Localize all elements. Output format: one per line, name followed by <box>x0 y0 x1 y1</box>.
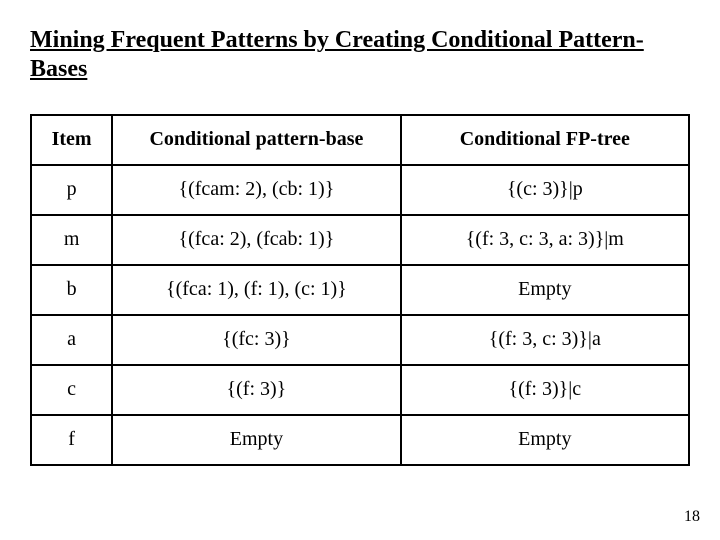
cell-item: p <box>31 165 112 215</box>
cell-cpb: {(fc: 3)} <box>112 315 400 365</box>
cell-item: a <box>31 315 112 365</box>
cell-cpb: {(f: 3)} <box>112 365 400 415</box>
cell-fpt: {(f: 3, c: 3, a: 3)}|m <box>401 215 689 265</box>
fp-table: Item Conditional pattern-base Conditiona… <box>30 114 690 466</box>
page-number: 18 <box>684 508 700 526</box>
header-item: Item <box>31 115 112 165</box>
header-cpb: Conditional pattern-base <box>112 115 400 165</box>
cell-item: b <box>31 265 112 315</box>
table-row: f Empty Empty <box>31 415 689 465</box>
cell-item: m <box>31 215 112 265</box>
cell-cpb: Empty <box>112 415 400 465</box>
cell-fpt: {(c: 3)}|p <box>401 165 689 215</box>
cell-fpt: Empty <box>401 265 689 315</box>
cell-item: c <box>31 365 112 415</box>
table-row: p {(fcam: 2), (cb: 1)} {(c: 3)}|p <box>31 165 689 215</box>
cell-fpt: {(f: 3)}|c <box>401 365 689 415</box>
cell-item: f <box>31 415 112 465</box>
table-header-row: Item Conditional pattern-base Conditiona… <box>31 115 689 165</box>
table-row: a {(fc: 3)} {(f: 3, c: 3)}|a <box>31 315 689 365</box>
cell-fpt: Empty <box>401 415 689 465</box>
table-row: b {(fca: 1), (f: 1), (c: 1)} Empty <box>31 265 689 315</box>
table-row: m {(fca: 2), (fcab: 1)} {(f: 3, c: 3, a:… <box>31 215 689 265</box>
cell-cpb: {(fca: 2), (fcab: 1)} <box>112 215 400 265</box>
slide-title: Mining Frequent Patterns by Creating Con… <box>30 26 690 84</box>
table-row: c {(f: 3)} {(f: 3)}|c <box>31 365 689 415</box>
slide: Mining Frequent Patterns by Creating Con… <box>0 0 720 540</box>
header-fpt: Conditional FP-tree <box>401 115 689 165</box>
cell-cpb: {(fca: 1), (f: 1), (c: 1)} <box>112 265 400 315</box>
cell-cpb: {(fcam: 2), (cb: 1)} <box>112 165 400 215</box>
cell-fpt: {(f: 3, c: 3)}|a <box>401 315 689 365</box>
